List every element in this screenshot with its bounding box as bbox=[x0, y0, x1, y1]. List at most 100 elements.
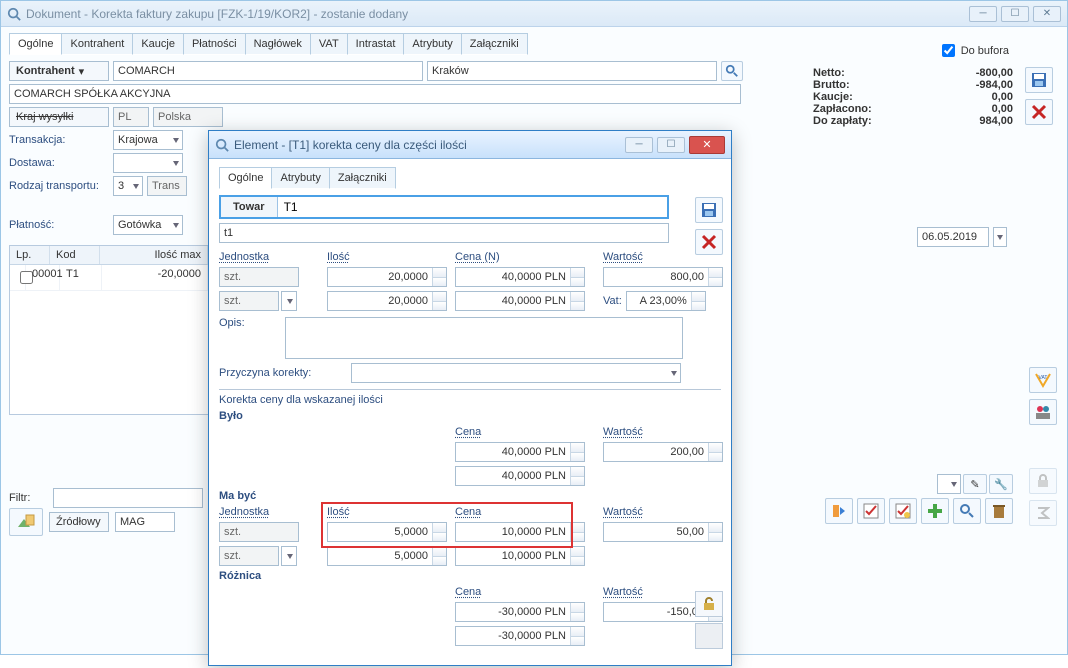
dialog-titlebar: Element - [T1] korekta ceny dla części i… bbox=[209, 131, 731, 159]
delete-button[interactable] bbox=[1025, 99, 1053, 125]
mb-ilosc2[interactable]: 5,0000 bbox=[327, 546, 447, 566]
tab-kaucje[interactable]: Kaucje bbox=[132, 33, 184, 55]
search-icon[interactable] bbox=[953, 498, 981, 524]
date-dropdown[interactable] bbox=[993, 227, 1007, 247]
bylo-wart1[interactable]: 200,00 bbox=[603, 442, 723, 462]
mag-input[interactable]: MAG bbox=[115, 512, 175, 532]
mb-cena2[interactable]: 10,0000 PLN bbox=[455, 546, 585, 566]
main-title: Dokument - Korekta faktury zakupu [FZK-1… bbox=[26, 7, 408, 21]
gray-square-button[interactable] bbox=[695, 623, 723, 649]
filtr-input[interactable] bbox=[53, 488, 203, 508]
tab-zalaczniki[interactable]: Załączniki bbox=[461, 33, 528, 55]
dialog-close[interactable]: ✕ bbox=[689, 136, 725, 154]
towar-input[interactable] bbox=[278, 197, 667, 217]
dostawa-select[interactable] bbox=[113, 153, 183, 173]
dlg-tab-zalaczniki[interactable]: Załączniki bbox=[329, 167, 396, 189]
towar-button[interactable]: Towar bbox=[221, 197, 278, 217]
side-toolbar bbox=[1021, 67, 1057, 125]
tab-naglowek[interactable]: Nagłówek bbox=[245, 33, 311, 55]
towar-sub-input[interactable]: t1 bbox=[219, 223, 669, 243]
users-icon[interactable] bbox=[1029, 399, 1057, 425]
trash-icon[interactable] bbox=[985, 498, 1013, 524]
tab-vat[interactable]: VAT bbox=[310, 33, 348, 55]
filter-edit-icon[interactable]: ✎ bbox=[963, 474, 987, 494]
vat-field[interactable]: A 23,00% bbox=[626, 291, 706, 311]
transakcja-select[interactable]: Krajowa bbox=[113, 130, 183, 150]
zrodlowy-button[interactable]: Źródłowy bbox=[49, 512, 109, 532]
bylo-title: Było bbox=[219, 410, 721, 422]
sigma-icon[interactable] bbox=[1029, 500, 1057, 526]
wart1[interactable]: 800,00 bbox=[603, 267, 723, 287]
kontrahent-search-icon[interactable] bbox=[721, 61, 743, 81]
kontrahent-code-input[interactable]: COMARCH bbox=[113, 61, 423, 81]
rz-cena-lbl: Cena bbox=[455, 586, 595, 598]
close-button[interactable]: ✕ bbox=[1033, 6, 1061, 22]
opis-textarea[interactable] bbox=[285, 317, 683, 359]
kontrahent-city-input[interactable]: Kraków bbox=[427, 61, 717, 81]
tab-platnosci[interactable]: Płatności bbox=[183, 33, 246, 55]
unlock-icon[interactable] bbox=[695, 591, 723, 617]
tab-kontrahent[interactable]: Kontrahent bbox=[61, 33, 133, 55]
brutto-value: -984,00 bbox=[976, 79, 1013, 91]
kontrahent-button[interactable]: Kontrahent▾ bbox=[9, 61, 109, 81]
roznica-title: Różnica bbox=[219, 570, 721, 582]
dialog-cancel-button[interactable] bbox=[695, 229, 723, 255]
date-input[interactable]: 06.05.2019 bbox=[917, 227, 989, 247]
bylo-cena1[interactable]: 40,0000 PLN bbox=[455, 442, 585, 462]
action-orange-icon[interactable] bbox=[825, 498, 853, 524]
kraj-wysylki-button[interactable]: Kraj wysyłki bbox=[9, 107, 109, 127]
mb-cena-lbl: Cena bbox=[455, 506, 595, 518]
rodzaj-text: Trans bbox=[147, 176, 187, 196]
mb-jedn-lbl: Jednostka bbox=[219, 506, 319, 518]
dlg-tab-atrybuty[interactable]: Atrybuty bbox=[271, 167, 329, 189]
rodzaj-select[interactable]: 3 bbox=[113, 176, 143, 196]
col-kod: Kod bbox=[50, 246, 100, 264]
mb-wart1[interactable]: 50,00 bbox=[603, 522, 723, 542]
kontrahent-full-input[interactable]: COMARCH SPÓŁKA AKCYJNA bbox=[9, 84, 741, 104]
tab-ogolne[interactable]: Ogólne bbox=[9, 33, 62, 55]
filter-dropdown[interactable] bbox=[937, 474, 961, 494]
dialog-icon bbox=[215, 138, 229, 152]
dialog-minimize[interactable]: ─ bbox=[625, 137, 653, 153]
bylo-cena2[interactable]: 40,0000 PLN bbox=[455, 466, 585, 486]
kaucje-value: 0,00 bbox=[992, 91, 1013, 103]
do-bufora-checkbox[interactable]: Do bufora bbox=[938, 41, 1009, 60]
tab-atrybuty[interactable]: Atrybuty bbox=[403, 33, 461, 55]
jedn2: szt. bbox=[219, 291, 279, 311]
list-check-icon[interactable] bbox=[857, 498, 885, 524]
mb-ilosc1[interactable]: 5,0000 bbox=[327, 522, 447, 542]
filter-tool-icon[interactable]: 🔧 bbox=[989, 474, 1013, 494]
dialog-save-button[interactable] bbox=[695, 197, 723, 223]
cell-ilosc: -20,0000 bbox=[102, 265, 208, 290]
rz-cena2[interactable]: -30,0000 PLN bbox=[455, 626, 585, 646]
list-check2-icon[interactable] bbox=[889, 498, 917, 524]
dozaplaty-label: Do zapłaty: bbox=[813, 115, 872, 127]
lock-icon[interactable] bbox=[1029, 468, 1057, 494]
minimize-button[interactable]: ─ bbox=[969, 6, 997, 22]
dialog-maximize[interactable]: ☐ bbox=[657, 137, 685, 153]
save-button[interactable] bbox=[1025, 67, 1053, 93]
mb-cena1[interactable]: 10,0000 PLN bbox=[455, 522, 585, 542]
totals-panel: Netto:-800,00 Brutto:-984,00 Kaucje:0,00… bbox=[813, 67, 1013, 127]
doc-icon-btn[interactable] bbox=[9, 508, 43, 536]
mb-jedn2-dd[interactable] bbox=[281, 546, 297, 566]
transakcja-label: Transakcja: bbox=[9, 134, 109, 146]
ilosc2[interactable]: 20,0000 bbox=[327, 291, 447, 311]
dialog-right-toolbar bbox=[695, 197, 723, 255]
jedn2-dd[interactable] bbox=[281, 291, 297, 311]
maximize-button[interactable]: ☐ bbox=[1001, 6, 1029, 22]
rz-cena1[interactable]: -30,0000 PLN bbox=[455, 602, 585, 622]
do-bufora-check[interactable] bbox=[942, 44, 955, 57]
add-icon[interactable] bbox=[921, 498, 949, 524]
tab-intrastat[interactable]: Intrastat bbox=[347, 33, 405, 55]
dlg-tab-ogolne[interactable]: Ogólne bbox=[219, 167, 272, 189]
netto-value: -800,00 bbox=[976, 67, 1013, 79]
table-row[interactable]: 00001 T1 -20,0000 bbox=[10, 265, 208, 291]
cena2[interactable]: 40,0000 PLN bbox=[455, 291, 585, 311]
items-grid[interactable]: Lp. Kod Ilość max 00001 T1 -20,0000 bbox=[9, 245, 209, 415]
platnosc-select[interactable]: Gotówka bbox=[113, 215, 183, 235]
cena1[interactable]: 40,0000 PLN bbox=[455, 267, 585, 287]
vat-icon[interactable]: VAT bbox=[1029, 367, 1057, 393]
ilosc1[interactable]: 20,0000 bbox=[327, 267, 447, 287]
przyczyna-select[interactable] bbox=[351, 363, 681, 383]
